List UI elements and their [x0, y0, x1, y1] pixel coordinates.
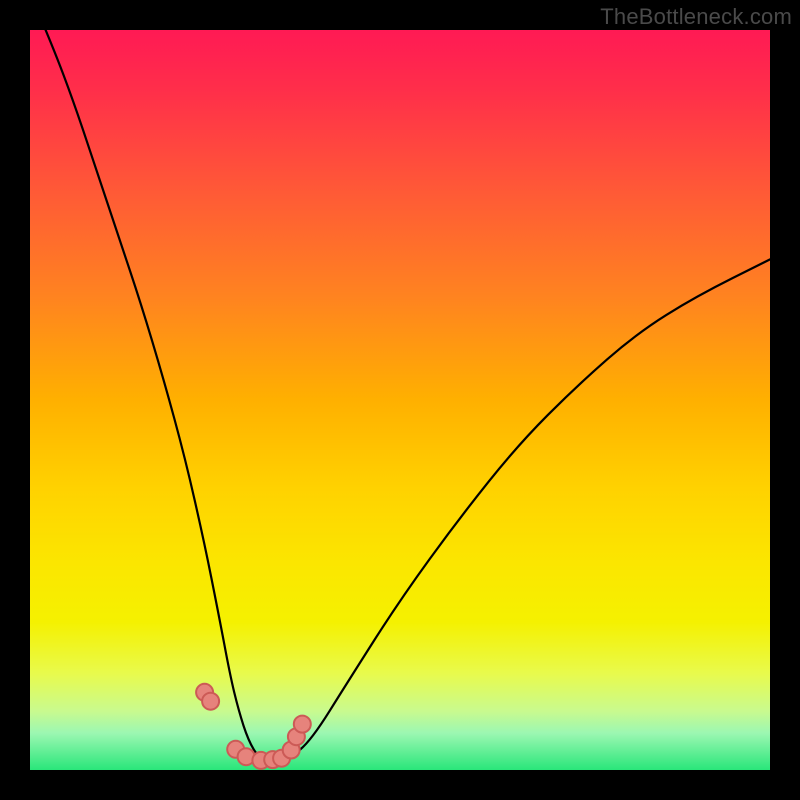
- watermark-text: TheBottleneck.com: [600, 4, 792, 30]
- chart-frame: TheBottleneck.com: [0, 0, 800, 800]
- plot-area: [30, 30, 770, 770]
- highlight-point: [294, 716, 311, 733]
- highlight-point: [202, 693, 219, 710]
- highlight-points-layer: [30, 30, 770, 770]
- points-group: [196, 684, 311, 769]
